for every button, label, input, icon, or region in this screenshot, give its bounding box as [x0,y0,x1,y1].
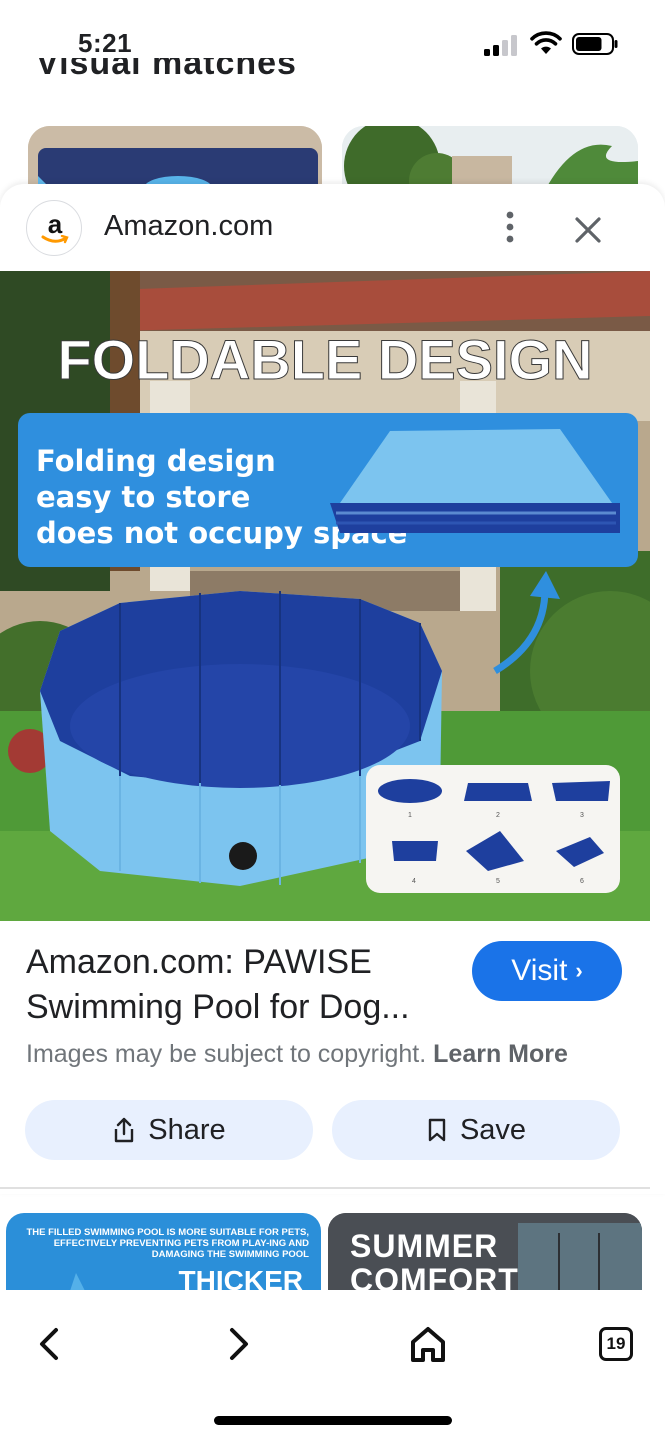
step-number: 1 [408,812,412,819]
tabs-icon[interactable]: 19 [599,1327,633,1361]
learn-more-link[interactable]: Learn More [433,1040,568,1068]
bookmark-icon [428,1118,446,1142]
browser-toolbar: 19 [0,1290,665,1440]
home-indicator [214,1416,452,1425]
share-button[interactable]: Share [25,1100,313,1160]
signal-icon [484,34,520,56]
source-row: a Amazon.com [0,184,665,270]
product-image[interactable]: FOLDABLE DESIGN Folding design easy to s… [0,271,650,921]
divider [0,1187,650,1189]
chevron-right-icon: › [575,958,583,983]
home-icon[interactable] [404,1320,452,1368]
visit-button[interactable]: Visit › [472,941,622,1001]
copyright-notice: Images may be subject to copyright. Lear… [26,1040,568,1068]
forward-icon[interactable] [214,1320,262,1368]
more-vert-icon[interactable] [490,206,530,248]
step-number: 2 [496,812,500,819]
save-label: Save [459,1113,527,1146]
wifi-icon [530,31,562,54]
related-result[interactable]: SUMMER COMFORT [328,1213,642,1293]
save-button[interactable]: Save [332,1100,620,1160]
status-time: 5:21 [78,28,133,58]
source-name[interactable]: Amazon.com [104,210,273,243]
related-result[interactable]: THE FILLED SWIMMING POOL IS MORE SUITABL… [6,1213,321,1293]
battery-icon [572,33,618,55]
share-icon [115,1117,134,1143]
back-icon[interactable] [26,1320,74,1368]
visual-matches-heading: Visual matches [36,58,297,82]
step-number: 4 [412,878,416,885]
result-title[interactable]: Amazon.com: PAWISE Swimming Pool for Dog… [26,940,456,1030]
step-number: 6 [580,878,584,885]
close-icon[interactable] [566,208,610,252]
amazon-logo: a [26,200,82,256]
caption-line: Folding design [36,444,276,478]
related-result-headline: THICKER [178,1265,303,1293]
visit-label: Visit [511,954,568,987]
related-result-headline: SUMMER COMFORT [350,1228,519,1293]
image-preview-sheet: a Amazon.com FOLDABLE DESIGN Folding des… [0,184,665,1194]
image-headline: FOLDABLE DESIGN [57,328,592,391]
step-number: 3 [580,812,584,819]
caption-line: easy to store [36,480,250,514]
step-number: 5 [496,878,500,885]
share-label: Share [148,1113,226,1146]
